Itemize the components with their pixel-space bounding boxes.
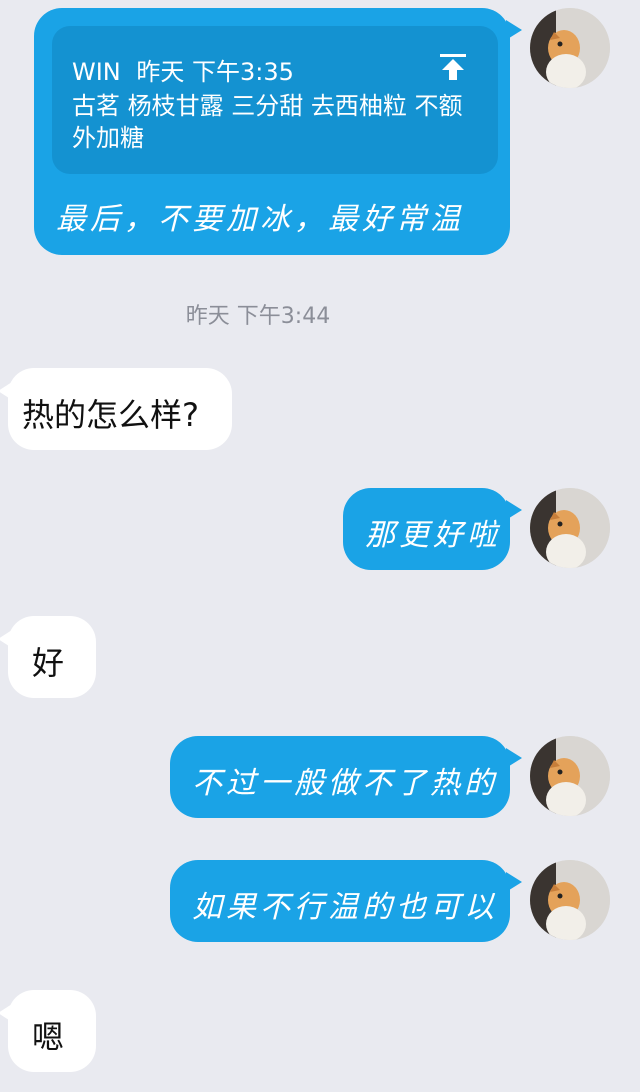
cat-avatar-icon: [530, 860, 610, 940]
message-bubble-outgoing[interactable]: 如果不行温的也可以: [170, 860, 522, 942]
avatar[interactable]: [530, 736, 610, 816]
message-text: 最后，不要加冰，最好常温: [56, 202, 464, 237]
pin-up-icon[interactable]: [438, 52, 468, 82]
avatar[interactable]: [530, 860, 610, 940]
message-bubble-outgoing[interactable]: 那更好啦: [343, 488, 522, 570]
quoted-message-box[interactable]: WIN 昨天 下午3:35 古茗 杨枝甘露 三分甜 去西柚粒 不额外加糖: [52, 26, 498, 174]
quoted-time: 昨天 下午3:35: [136, 58, 294, 86]
message-bubble-incoming[interactable]: 好: [0, 616, 96, 698]
message-bubble-outgoing[interactable]: 不过一般做不了热的: [170, 736, 522, 818]
cat-avatar-icon: [530, 488, 610, 568]
chat-view: WIN 昨天 下午3:35 古茗 杨枝甘露 三分甜 去西柚粒 不额外加糖 最后，…: [0, 0, 640, 1092]
message-bubble-incoming[interactable]: 嗯: [0, 990, 96, 1072]
avatar[interactable]: [530, 488, 610, 568]
message-text: 热的怎么样?: [22, 396, 199, 434]
message-text: 不过一般做不了热的: [192, 766, 498, 801]
cat-avatar-icon: [530, 736, 610, 816]
quoted-text: 古茗 杨枝甘露 三分甜 去西柚粒 不额外加糖: [72, 92, 463, 152]
message-bubble-outgoing-quoted[interactable]: WIN 昨天 下午3:35 古茗 杨枝甘露 三分甜 去西柚粒 不额外加糖 最后，…: [34, 8, 522, 255]
message-text: 那更好啦: [365, 518, 501, 553]
quoted-sender: WIN: [72, 58, 121, 86]
avatar[interactable]: [530, 8, 610, 88]
timestamp: 昨天 下午3:44: [185, 304, 331, 329]
message-bubble-incoming[interactable]: 热的怎么样?: [0, 368, 232, 450]
message-text: 如果不行温的也可以: [192, 890, 498, 925]
message-text: 好: [32, 644, 65, 682]
message-text: 嗯: [32, 1018, 65, 1056]
cat-avatar-icon: [530, 8, 610, 88]
